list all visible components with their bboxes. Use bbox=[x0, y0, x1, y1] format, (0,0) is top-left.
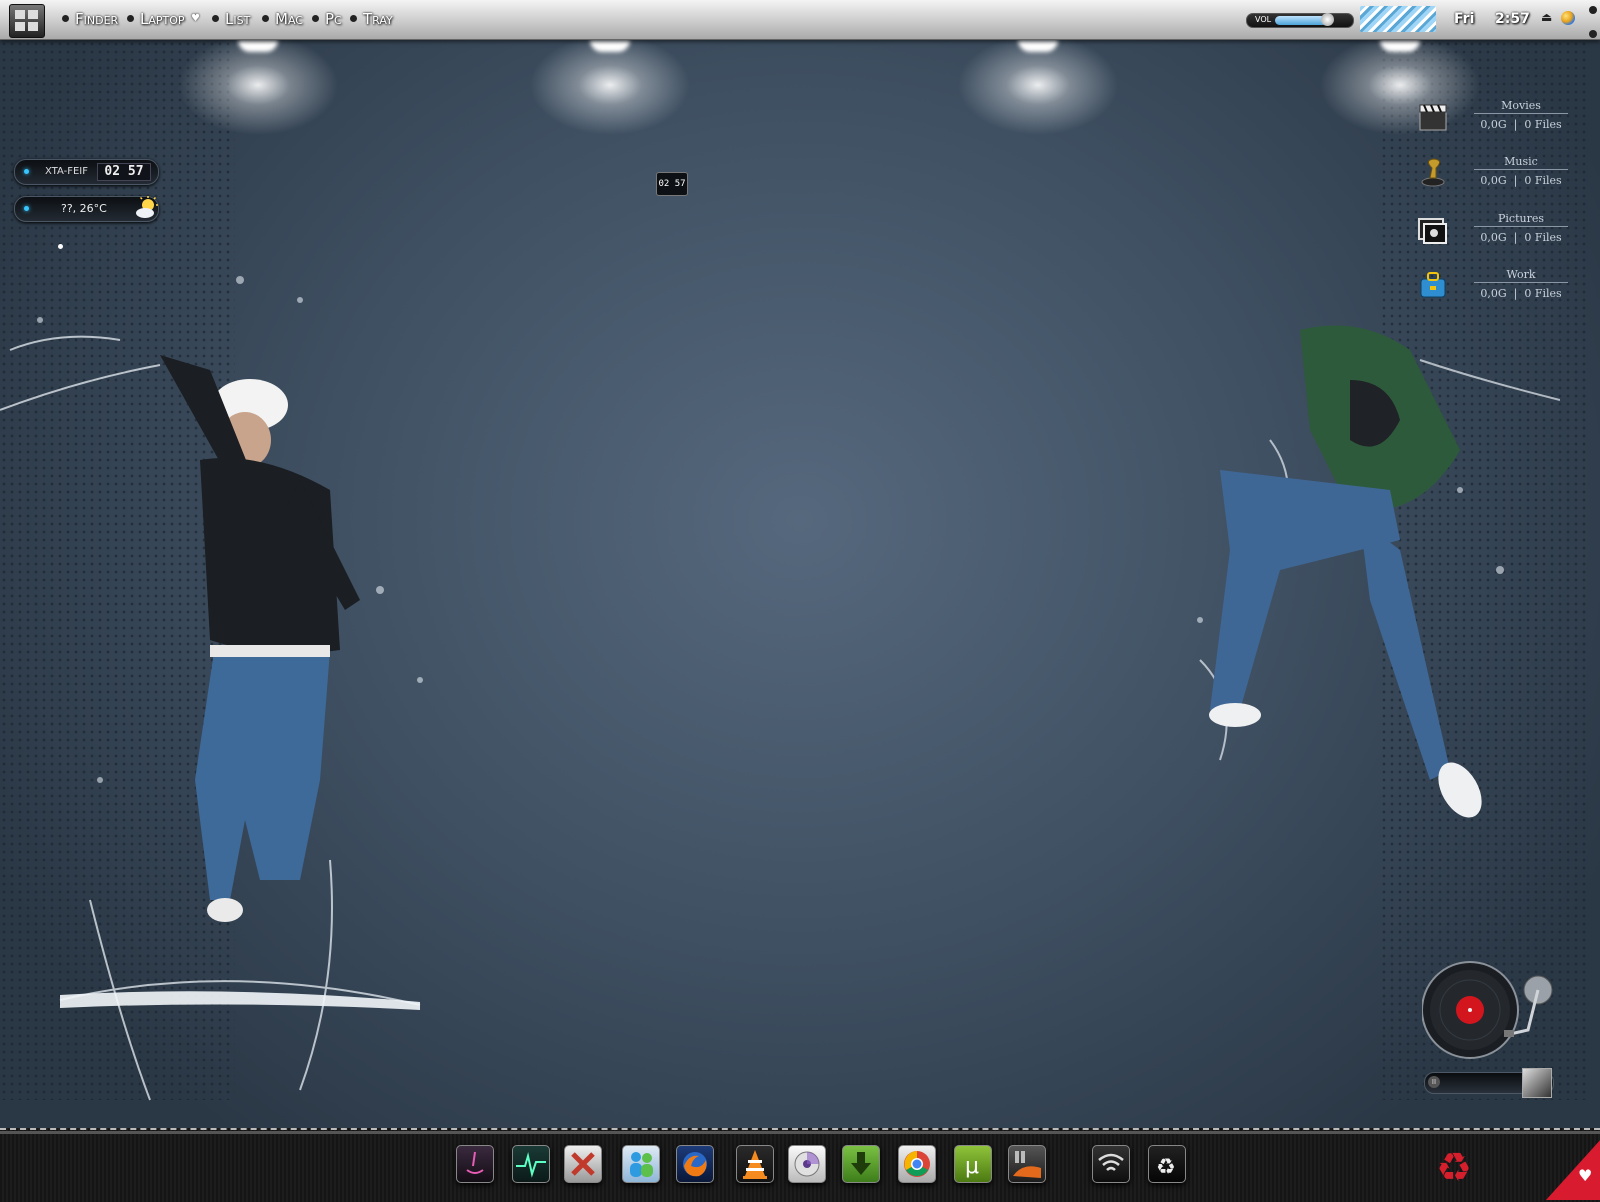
mini-clock-widget[interactable]: 02 57 bbox=[656, 172, 688, 196]
folder-name: Pictures bbox=[1474, 212, 1568, 227]
volume-slider[interactable]: VOL bbox=[1246, 13, 1354, 28]
folder-movies[interactable]: Movies 0,0G | 0 Files bbox=[1414, 96, 1568, 140]
partly-sunny-icon bbox=[136, 196, 158, 218]
crossover-icon[interactable] bbox=[564, 1145, 602, 1183]
status-led-icon bbox=[24, 169, 29, 174]
menu-finder[interactable]: Finder bbox=[62, 10, 118, 28]
activity-monitor-icon[interactable] bbox=[512, 1145, 550, 1183]
menu-pc[interactable]: Pc bbox=[312, 10, 342, 28]
weather-text: ??, 26°C bbox=[61, 202, 107, 215]
indicator-dot bbox=[58, 244, 63, 249]
folder-name: Music bbox=[1474, 155, 1568, 170]
volume-fill bbox=[1275, 16, 1327, 25]
film-icon[interactable] bbox=[1008, 1145, 1046, 1183]
status-led-icon bbox=[24, 206, 29, 211]
folder-stats: 0,0G | 0 Files bbox=[1480, 174, 1562, 187]
folder-stats: 0,0G | 0 Files bbox=[1480, 231, 1562, 244]
weather-widget[interactable]: ??, 26°C bbox=[14, 196, 159, 222]
right-edge-rail bbox=[1588, 0, 1600, 1200]
menu-mac[interactable]: Mac bbox=[262, 10, 303, 28]
spotlight bbox=[878, 40, 1198, 190]
folder-name: Movies bbox=[1474, 99, 1568, 114]
heart-icon: ♥ bbox=[191, 13, 200, 24]
svg-text:μ: μ bbox=[965, 1154, 979, 1179]
folder-stats: 0,0G | 0 Files bbox=[1480, 287, 1562, 300]
pause-button[interactable]: II bbox=[1428, 1076, 1440, 1088]
eject-icon[interactable]: ⏏ bbox=[1541, 10, 1552, 24]
finder-icon[interactable] bbox=[456, 1145, 494, 1183]
messenger-icon[interactable] bbox=[622, 1145, 660, 1183]
dancer-left-image bbox=[0, 276, 423, 1101]
menu-list[interactable]: List bbox=[212, 10, 250, 28]
recycle-icon[interactable]: ♻ bbox=[1432, 1146, 1476, 1190]
download-manager-icon[interactable] bbox=[842, 1145, 880, 1183]
clock-digits: 02 57 bbox=[97, 163, 151, 181]
tray-skin-badge[interactable] bbox=[1360, 6, 1436, 32]
itunes-icon[interactable] bbox=[788, 1145, 826, 1183]
folder-work[interactable]: Work 0,0G | 0 Files bbox=[1414, 265, 1568, 309]
chrome-icon[interactable] bbox=[898, 1145, 936, 1183]
folder-pictures[interactable]: Pictures 0,0G | 0 Files bbox=[1414, 209, 1568, 253]
svg-text:♻: ♻ bbox=[1156, 1155, 1176, 1180]
dock-shelf bbox=[0, 1131, 1600, 1134]
spotlight bbox=[450, 40, 770, 190]
folder-music[interactable]: Music 0,0G | 0 Files bbox=[1414, 152, 1568, 196]
gramophone-icon bbox=[1421, 158, 1445, 187]
clock-location-label: XTA-FEIF bbox=[45, 166, 89, 177]
firefox-icon[interactable] bbox=[676, 1145, 714, 1183]
globe-icon[interactable] bbox=[1561, 11, 1575, 25]
clock-time[interactable]: 2:57 bbox=[1495, 11, 1530, 27]
menu-laptop[interactable]: Laptop bbox=[127, 10, 185, 28]
start-logo-icon[interactable] bbox=[9, 4, 45, 38]
dancer-right-image bbox=[1197, 325, 1560, 818]
clapperboard-icon bbox=[1419, 104, 1447, 131]
volume-label: VOL bbox=[1255, 15, 1272, 24]
folder-name: Work bbox=[1474, 268, 1568, 283]
volume-knob[interactable] bbox=[1321, 13, 1334, 26]
recycle-bin-icon[interactable]: ♻ bbox=[1148, 1145, 1186, 1183]
vlc-icon[interactable] bbox=[736, 1145, 774, 1183]
wifi-icon[interactable] bbox=[1092, 1145, 1130, 1183]
folder-stats: 0,0G | 0 Files bbox=[1480, 118, 1562, 131]
turntable-music-player[interactable] bbox=[1422, 960, 1562, 1064]
day-label: Fri bbox=[1454, 11, 1475, 27]
clock-widget[interactable]: XTA-FEIF 02 57 bbox=[14, 159, 159, 185]
album-art-thumbnail[interactable] bbox=[1522, 1068, 1552, 1098]
briefcase-icon bbox=[1420, 272, 1446, 298]
picture-frame-icon bbox=[1418, 218, 1447, 244]
heart-icon: ♥ bbox=[1578, 1166, 1593, 1185]
utorrent-icon[interactable]: μ bbox=[954, 1145, 992, 1183]
menu-tray[interactable]: Tray bbox=[350, 10, 393, 28]
top-menu-bar: Finder Laptop ♥ List Mac Pc Tray VOL Fri… bbox=[0, 0, 1600, 40]
